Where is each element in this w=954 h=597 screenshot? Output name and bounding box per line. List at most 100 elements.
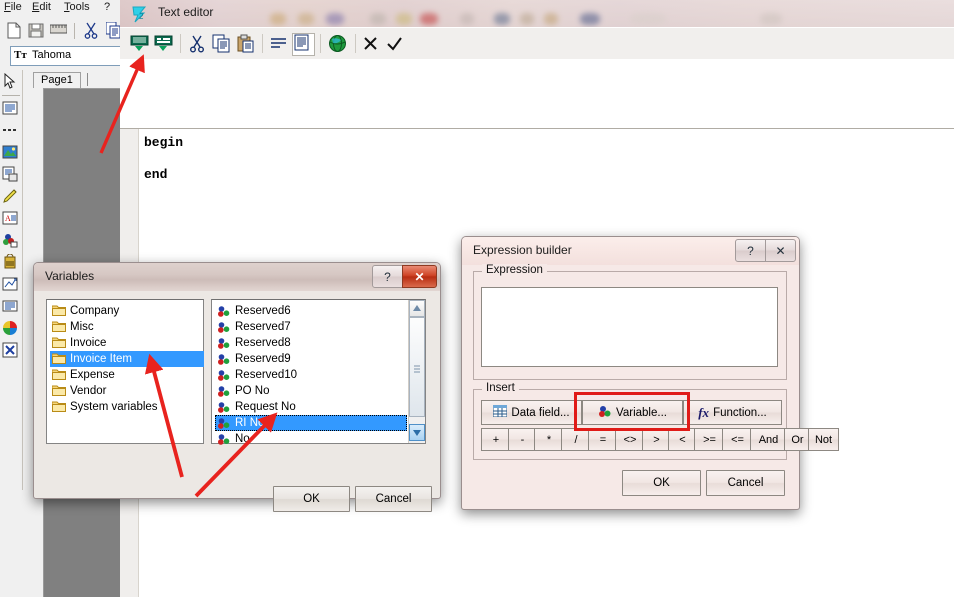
operator-button-[interactable]: +: [481, 428, 511, 451]
code-text[interactable]: begin end: [144, 135, 183, 183]
expression-builder-dialog: Expression builder ? ✕ Expression Insert…: [461, 236, 839, 510]
scroll-down-arrow-icon[interactable]: [409, 424, 425, 441]
tool-memo[interactable]: [1, 165, 21, 185]
variable-category-item[interactable]: System variables: [50, 399, 203, 415]
variables-ok-button[interactable]: OK: [273, 486, 350, 512]
expression-cancel-button[interactable]: Cancel: [706, 470, 785, 496]
operator-button-Not[interactable]: Not: [808, 428, 839, 451]
variable-category-item[interactable]: Invoice: [50, 335, 203, 351]
menu-item-help[interactable]: ?: [104, 1, 110, 13]
variable-name-list[interactable]: Reserved6 Reserved7 Reserved8 Reserved9 Rese…: [211, 299, 426, 447]
tool-highlighter[interactable]: [1, 187, 21, 207]
operator-button-[interactable]: >: [642, 428, 671, 451]
operator-button-[interactable]: -: [508, 428, 537, 451]
ruler-icon[interactable]: [49, 23, 68, 38]
scroll-up-arrow-icon[interactable]: [409, 300, 425, 317]
toolbar-separator: [180, 34, 181, 53]
insert-function-button[interactable]: fx Function...: [683, 400, 782, 425]
variable-icon: [217, 369, 231, 382]
tool-cross[interactable]: [1, 341, 21, 361]
cancel-x-icon[interactable]: [360, 33, 383, 56]
variable-list-label: Reserved7: [235, 321, 291, 333]
variable-list-item[interactable]: Reserved10: [215, 367, 408, 383]
variable-category-item[interactable]: Invoice Item: [50, 351, 204, 367]
variable-list-label: Reserved10: [235, 369, 298, 381]
variable-list-item[interactable]: Reserved9: [215, 351, 408, 367]
font-name-combo[interactable]: Tт Tahoma: [10, 46, 127, 66]
variable-list-item[interactable]: Reserved8: [215, 335, 408, 351]
variable-list-item[interactable]: Request No: [215, 399, 408, 415]
operator-button-And[interactable]: And: [750, 428, 787, 451]
tool-barcode[interactable]: [1, 253, 21, 273]
variable-category-item[interactable]: Misc: [50, 319, 203, 335]
palette-separator: [2, 95, 20, 96]
variable-icon: [217, 305, 231, 318]
insert-variable-icon[interactable]: [153, 33, 176, 56]
confirm-check-icon[interactable]: [384, 33, 407, 56]
variable-category-item[interactable]: Company: [50, 303, 203, 319]
cut-icon[interactable]: [187, 33, 210, 56]
variable-list-item[interactable]: No: [215, 431, 408, 447]
operator-button-[interactable]: >=: [694, 428, 725, 451]
paste-icon[interactable]: [235, 33, 258, 56]
variable-list-label: RI No: [235, 417, 265, 429]
close-icon[interactable]: ✕: [765, 239, 796, 262]
variables-dialog-title: Variables: [45, 269, 95, 283]
tool-select-arrow[interactable]: [1, 72, 21, 92]
tool-picture[interactable]: [1, 143, 21, 163]
operator-button-[interactable]: <: [668, 428, 697, 451]
variable-category-list[interactable]: Company Misc Invoice Invoice Item Expense Ven…: [46, 299, 204, 444]
save-icon[interactable]: [28, 22, 44, 42]
tool-color-wheel[interactable]: [1, 319, 21, 339]
operator-button-[interactable]: *: [534, 428, 564, 451]
help-button[interactable]: ?: [735, 239, 766, 262]
variable-list-item[interactable]: Reserved7: [215, 319, 408, 335]
variable-category-item[interactable]: Vendor: [50, 383, 203, 399]
copy-icon[interactable]: [211, 33, 234, 56]
variable-list-item[interactable]: Reserved6: [215, 303, 408, 319]
variable-category-label: Invoice: [70, 337, 107, 349]
variable-list-item[interactable]: PO No: [215, 383, 408, 399]
operator-button-[interactable]: /: [561, 428, 591, 451]
menu-item-file[interactable]: FFileile: [4, 1, 22, 13]
svg-text:A: A: [5, 214, 11, 223]
text-editor-upper-pane[interactable]: [120, 59, 954, 129]
insert-variable-button[interactable]: Variable...: [582, 400, 683, 425]
globe-icon[interactable]: [327, 33, 350, 56]
tool-dashed-line[interactable]: [1, 121, 21, 141]
variable-icon: [217, 321, 231, 334]
variable-category-item[interactable]: Expense: [50, 367, 203, 383]
expression-input[interactable]: [481, 287, 778, 367]
tab-page1[interactable]: Page1: [33, 72, 81, 88]
variables-dialog-titlebar[interactable]: Variables ? ✕: [34, 263, 440, 291]
insert-data-field-button[interactable]: Data field...: [481, 400, 582, 425]
text-editor-titlebar[interactable]: 2 Text editor: [120, 0, 954, 27]
variable-list-scrollbar[interactable]: [408, 300, 425, 443]
operator-button-[interactable]: <=: [722, 428, 753, 451]
variable-list-item[interactable]: RI No: [215, 415, 407, 431]
script-page-icon[interactable]: [292, 33, 315, 56]
menu-item-edit[interactable]: Edit: [32, 1, 51, 13]
folder-icon: [51, 369, 66, 381]
scrollbar-thumb[interactable]: [409, 317, 425, 417]
tool-lines[interactable]: [1, 297, 21, 317]
tool-rich-text[interactable]: A: [1, 209, 21, 229]
tool-text-band[interactable]: [1, 99, 21, 119]
variable-category-label: Vendor: [70, 385, 107, 397]
operator-button-[interactable]: =: [588, 428, 618, 451]
close-icon[interactable]: ✕: [402, 265, 437, 288]
operator-button-Or[interactable]: Or: [784, 428, 811, 451]
tool-chart[interactable]: [1, 275, 21, 295]
expression-ok-button[interactable]: OK: [622, 470, 701, 496]
new-document-icon[interactable]: [6, 22, 22, 42]
help-button[interactable]: ?: [372, 265, 403, 288]
format-text-icon[interactable]: [268, 33, 291, 56]
tool-variable[interactable]: [1, 231, 21, 251]
expression-builder-title: Expression builder: [473, 243, 572, 257]
expression-builder-titlebar[interactable]: Expression builder ? ✕: [462, 237, 799, 265]
variables-cancel-button[interactable]: Cancel: [355, 486, 432, 512]
menu-item-tools[interactable]: Tools: [64, 1, 90, 13]
operator-button-[interactable]: <>: [615, 428, 645, 451]
cut-icon[interactable]: [84, 22, 98, 42]
insert-data-field-icon[interactable]: [129, 33, 152, 56]
